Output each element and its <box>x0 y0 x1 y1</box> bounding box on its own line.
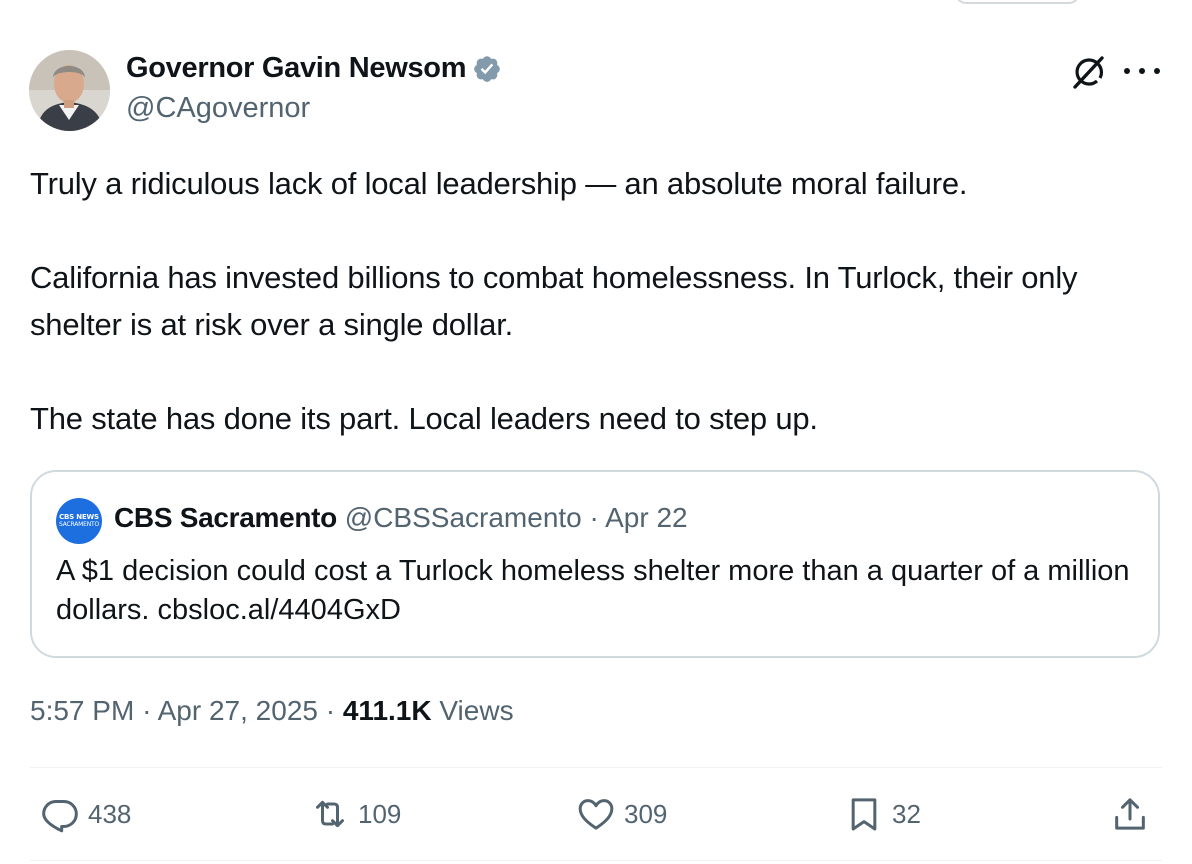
avatar-image <box>29 50 110 131</box>
reply-count: 438 <box>88 798 132 829</box>
author-avatar[interactable] <box>29 50 110 131</box>
author-name-row[interactable]: Governor Gavin Newsom <box>126 52 502 85</box>
top-pill-button[interactable] <box>955 0 1080 4</box>
quote-author-handle[interactable]: @CBSSacramento <box>345 502 582 533</box>
tweet-detail: Governor Gavin Newsom @CAgovernor Truly … <box>0 0 1192 864</box>
repost-icon <box>316 800 344 828</box>
bookmark-count: 32 <box>892 798 921 829</box>
cbs-sacramento-avatar[interactable]: CBS NEWS SACRAMENTO <box>56 498 102 544</box>
repost-button[interactable]: 109 <box>310 792 401 836</box>
quote-text: A $1 decision could cost a Turlock homel… <box>56 555 1130 626</box>
quoted-tweet[interactable]: CBS NEWS SACRAMENTO CBS Sacramento @CBSS… <box>30 470 1160 658</box>
share-button[interactable] <box>1110 792 1150 836</box>
share-icon <box>1115 798 1145 830</box>
avatar-logo-text: CBS NEWS <box>59 513 99 521</box>
meta-separator: · <box>142 695 152 726</box>
author-handle[interactable]: @CAgovernor <box>126 92 310 125</box>
tweet-paragraph: Truly a ridiculous lack of local leaders… <box>30 166 968 201</box>
heart-icon <box>578 799 614 830</box>
tweet-meta: 5:57 PM · Apr 27, 2025 · 411.1K Views <box>30 695 514 727</box>
reply-icon <box>42 800 78 833</box>
views-label: Views <box>439 695 514 726</box>
author-name[interactable]: Governor Gavin Newsom <box>126 52 466 85</box>
verified-badge-icon[interactable] <box>472 54 502 84</box>
divider <box>30 767 1162 768</box>
quote-separator: · <box>589 502 599 533</box>
views-count: 411.1K <box>342 695 432 726</box>
meta-separator: · <box>325 695 336 726</box>
repost-count: 109 <box>358 798 402 829</box>
like-button[interactable]: 309 <box>576 792 667 836</box>
tweet-time[interactable]: 5:57 PM <box>30 695 134 726</box>
quote-header: CBS Sacramento @CBSSacramento · Apr 22 <box>114 502 688 534</box>
divider <box>30 860 1162 861</box>
like-count: 309 <box>624 798 668 829</box>
avatar-logo-subtext: SACRAMENTO <box>59 521 99 528</box>
bookmark-button[interactable]: 32 <box>844 792 921 836</box>
tweet-text: Truly a ridiculous lack of local leaders… <box>30 160 1160 442</box>
grok-icon[interactable] <box>1068 52 1108 92</box>
more-icon[interactable] <box>1124 66 1160 76</box>
reply-button[interactable]: 438 <box>40 792 131 836</box>
bookmark-icon <box>851 798 877 831</box>
quote-date[interactable]: Apr 22 <box>605 502 688 533</box>
tweet-paragraph: California has invested billions to comb… <box>30 260 1078 342</box>
quote-author-name[interactable]: CBS Sacramento <box>114 502 337 533</box>
tweet-date[interactable]: Apr 27, 2025 <box>158 695 318 726</box>
tweet-paragraph: The state has done its part. Local leade… <box>30 401 818 436</box>
